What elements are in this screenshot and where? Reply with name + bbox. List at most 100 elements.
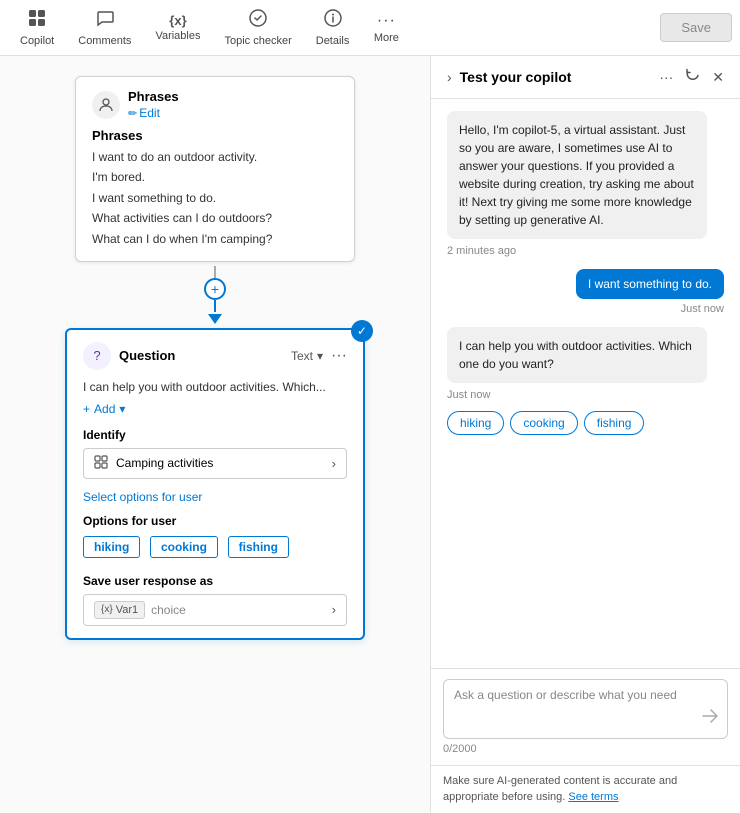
- phrases-card: Phrases ✏ Edit Phrases I want to do an o…: [75, 76, 355, 262]
- connector-arrow: [208, 314, 222, 324]
- identify-chevron-icon: ›: [332, 456, 336, 471]
- nav-item-variables[interactable]: {x} Variables: [143, 9, 212, 46]
- top-navigation: Copilot Comments {x} Variables Topic che…: [0, 0, 740, 56]
- type-badge[interactable]: Text ▾: [291, 349, 323, 363]
- save-button[interactable]: Save: [660, 13, 732, 42]
- panel-icons: ··· ✕: [659, 68, 724, 86]
- canvas: Phrases ✏ Edit Phrases I want to do an o…: [0, 56, 430, 813]
- chip-hiking[interactable]: hiking: [447, 411, 504, 435]
- identify-box-text: Camping activities: [116, 456, 324, 470]
- copilot-icon: [27, 8, 47, 33]
- phrase-4: What activities can I do outdoors?: [92, 208, 338, 228]
- nav-item-comments[interactable]: Comments: [66, 4, 143, 51]
- save-response-box[interactable]: {x} Var1 choice ›: [83, 594, 347, 626]
- identify-box-icon: [94, 455, 108, 472]
- phrase-3: I want something to do.: [92, 188, 338, 208]
- phrases-list: I want to do an outdoor activity. I'm bo…: [92, 147, 338, 249]
- question-icon: ?: [83, 342, 111, 370]
- option-tag-cooking[interactable]: cooking: [150, 536, 218, 558]
- question-more-button[interactable]: ···: [331, 347, 347, 365]
- phrases-card-title: Phrases: [128, 89, 179, 104]
- phrase-1: I want to do an outdoor activity.: [92, 147, 338, 167]
- phrases-card-header: Phrases ✏ Edit: [92, 89, 338, 120]
- chevron-down-icon: ▾: [317, 349, 323, 363]
- phrase-2: I'm bored.: [92, 167, 338, 187]
- option-tag-hiking[interactable]: hiking: [83, 536, 140, 558]
- add-chevron-icon: ▾: [119, 402, 125, 416]
- topic-checker-icon: [248, 8, 268, 33]
- connector: +: [204, 266, 226, 324]
- chip-cooking[interactable]: cooking: [510, 411, 577, 435]
- more-icon: ···: [377, 12, 396, 30]
- save-response-choice: choice: [151, 603, 326, 617]
- var-label: Var1: [116, 604, 138, 616]
- connector-line-bottom: [214, 300, 216, 312]
- disclaimer: Make sure AI-generated content is accura…: [431, 765, 740, 813]
- var-icon: {x}: [101, 604, 113, 615]
- question-card: ✓ ? Question Text ▾ ··· I can help you w…: [65, 328, 365, 640]
- identify-label: Identify: [83, 428, 347, 442]
- variables-label: Variables: [155, 30, 200, 42]
- panel-header: › Test your copilot ··· ✕: [431, 56, 740, 99]
- panel-title: Test your copilot: [460, 69, 652, 85]
- add-label: Add: [94, 402, 115, 416]
- option-chips: hiking cooking fishing: [447, 411, 724, 435]
- save-response-chevron-icon: ›: [332, 602, 336, 617]
- nav-item-more[interactable]: ··· More: [361, 8, 411, 48]
- comments-icon: [95, 8, 115, 33]
- details-label: Details: [316, 35, 350, 47]
- panel-refresh-button[interactable]: [685, 68, 700, 86]
- user-bubble: I want something to do.: [576, 269, 724, 299]
- plus-icon: +: [83, 402, 90, 416]
- chat-input-placeholder: Ask a question or describe what you need: [454, 688, 677, 702]
- panel-options-button[interactable]: ···: [659, 69, 673, 85]
- pencil-icon: ✏: [128, 107, 137, 120]
- user-message-row: I want something to do.: [447, 269, 724, 299]
- connector-line-top: [214, 266, 216, 278]
- phrase-5: What can I do when I'm camping?: [92, 229, 338, 249]
- question-card-header: ? Question Text ▾ ···: [83, 342, 347, 370]
- chat-input-box: Ask a question or describe what you need: [443, 679, 728, 739]
- question-text: I can help you with outdoor activities. …: [83, 380, 347, 394]
- tags-row: hiking cooking fishing: [83, 536, 347, 564]
- nav-item-topic-checker[interactable]: Topic checker: [212, 4, 303, 51]
- see-terms-link[interactable]: See terms: [568, 791, 618, 803]
- phrases-edit-link[interactable]: ✏ Edit: [128, 106, 179, 120]
- check-badge: ✓: [351, 320, 373, 342]
- phrases-icon: [92, 91, 120, 119]
- panel-expand-icon[interactable]: ›: [447, 69, 452, 85]
- topic-checker-label: Topic checker: [224, 35, 291, 47]
- main-area: Phrases ✏ Edit Phrases I want to do an o…: [0, 56, 740, 813]
- nav-item-copilot[interactable]: Copilot: [8, 4, 66, 51]
- more-label: More: [374, 32, 399, 44]
- phrases-section-label: Phrases: [92, 128, 338, 143]
- chat-input-count: 0/2000: [443, 743, 728, 755]
- user-bubble-time: Just now: [447, 303, 724, 315]
- copilot-label: Copilot: [20, 35, 54, 47]
- question-card-title: Question: [119, 348, 291, 363]
- type-label: Text: [291, 349, 313, 363]
- comments-label: Comments: [78, 35, 131, 47]
- disclaimer-text: Make sure AI-generated content is accura…: [443, 775, 677, 802]
- bot-intro-time: 2 minutes ago: [447, 245, 724, 257]
- var-tag: {x} Var1: [94, 601, 145, 619]
- bot-response-time: Just now: [447, 389, 724, 401]
- send-button[interactable]: [701, 707, 719, 730]
- chat-body: Hello, I'm copilot-5, a virtual assistan…: [431, 99, 740, 668]
- option-tag-fishing[interactable]: fishing: [228, 536, 289, 558]
- options-label: Options for user: [83, 514, 347, 528]
- select-options-link[interactable]: Select options for user: [83, 490, 202, 504]
- chat-input-area: Ask a question or describe what you need…: [431, 668, 740, 765]
- chip-fishing[interactable]: fishing: [584, 411, 645, 435]
- variables-icon: {x}: [169, 13, 186, 28]
- add-node-button[interactable]: +: [204, 278, 226, 300]
- identify-box[interactable]: Camping activities ›: [83, 448, 347, 479]
- panel-close-button[interactable]: ✕: [712, 69, 724, 86]
- nav-item-details[interactable]: Details: [304, 4, 362, 51]
- chat-input-wrapper: Ask a question or describe what you need…: [443, 679, 728, 755]
- right-panel: › Test your copilot ··· ✕ Hello, I'm cop…: [430, 56, 740, 813]
- details-icon: [323, 8, 343, 33]
- add-row[interactable]: + Add ▾: [83, 402, 347, 416]
- bot-intro-bubble: Hello, I'm copilot-5, a virtual assistan…: [447, 111, 707, 239]
- bot-response-bubble: I can help you with outdoor activities. …: [447, 327, 707, 383]
